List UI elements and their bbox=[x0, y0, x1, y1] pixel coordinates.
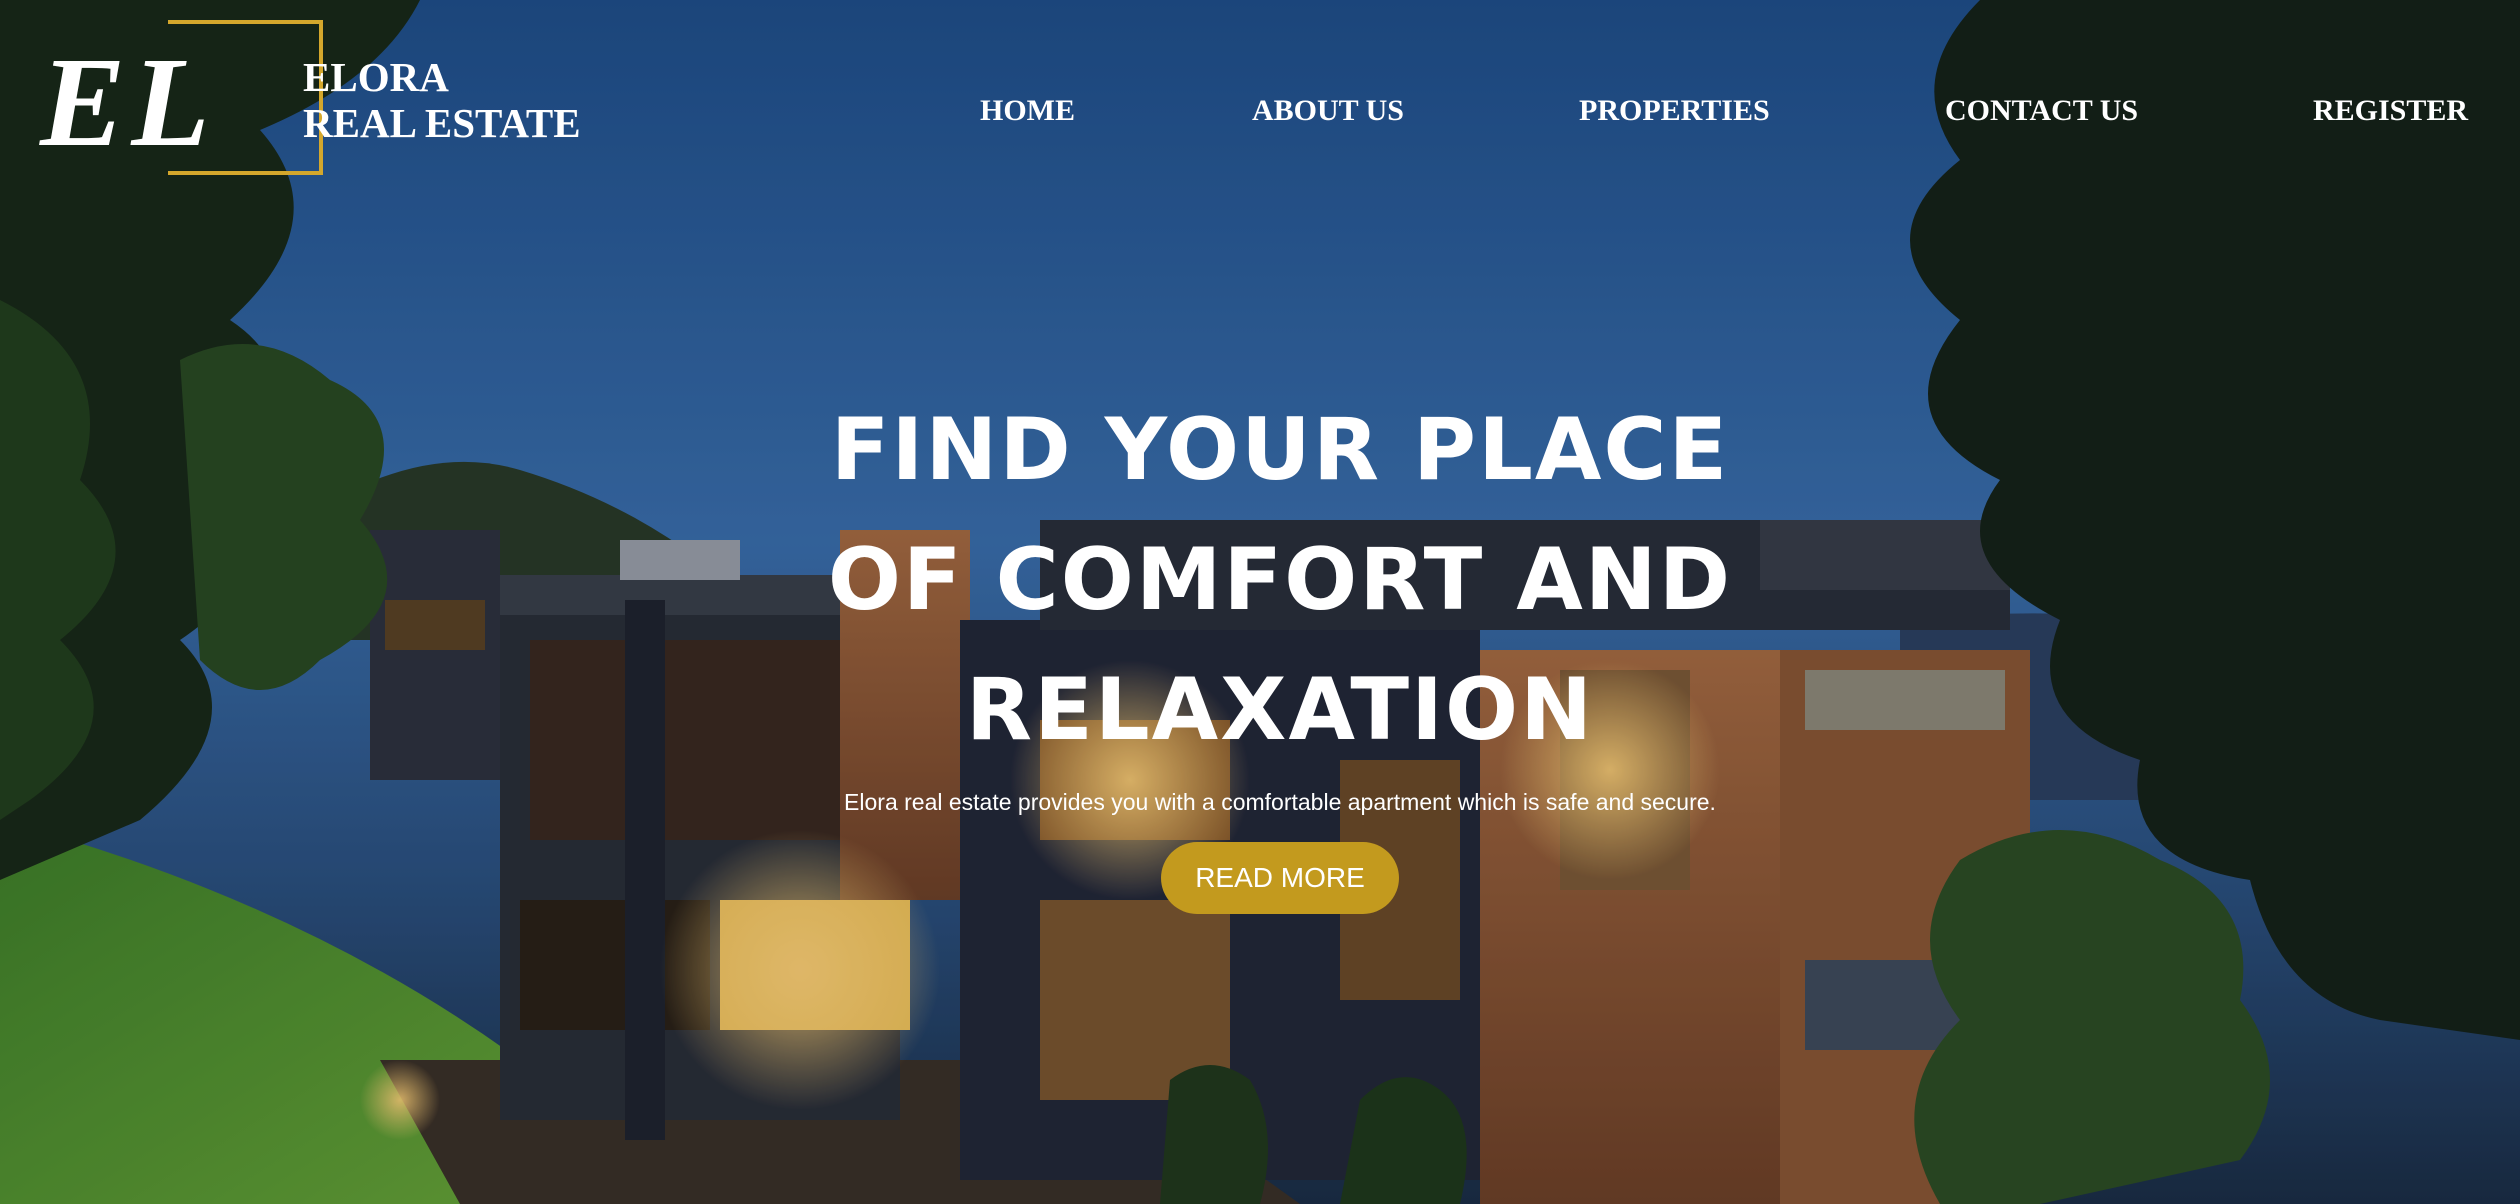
nav-item-about-us[interactable]: ABOUT US bbox=[1252, 94, 1404, 128]
brand-logo[interactable]: EL ELORA REAL ESTATE bbox=[40, 20, 600, 190]
main-nav: HOME ABOUT US PROPERTIES CONTACT US REGI… bbox=[980, 94, 2480, 144]
brand-name: ELORA REAL ESTATE bbox=[303, 54, 581, 146]
logo-monogram: EL bbox=[40, 31, 216, 173]
hero-title: FIND YOUR PLACE OF COMFORT AND RELAXATIO… bbox=[560, 385, 2000, 775]
hero-title-line2: OF COMFORT AND bbox=[827, 530, 1733, 630]
hero-subtitle: Elora real estate provides you with a co… bbox=[844, 789, 1716, 815]
hero-title-line3: RELAXATION bbox=[965, 660, 1595, 760]
brand-name-line2: REAL ESTATE bbox=[303, 100, 581, 146]
nav-item-contact-us[interactable]: CONTACT US bbox=[1945, 94, 2138, 128]
nav-item-properties[interactable]: PROPERTIES bbox=[1579, 94, 1770, 128]
brand-name-line1: ELORA bbox=[303, 54, 449, 100]
hero-title-line1: FIND YOUR PLACE bbox=[830, 400, 1730, 500]
read-more-button[interactable]: READ MORE bbox=[1161, 842, 1399, 914]
hero-section: FIND YOUR PLACE OF COMFORT AND RELAXATIO… bbox=[560, 385, 2000, 914]
nav-item-register[interactable]: REGISTER bbox=[2313, 94, 2468, 128]
nav-item-home[interactable]: HOME bbox=[980, 94, 1075, 128]
